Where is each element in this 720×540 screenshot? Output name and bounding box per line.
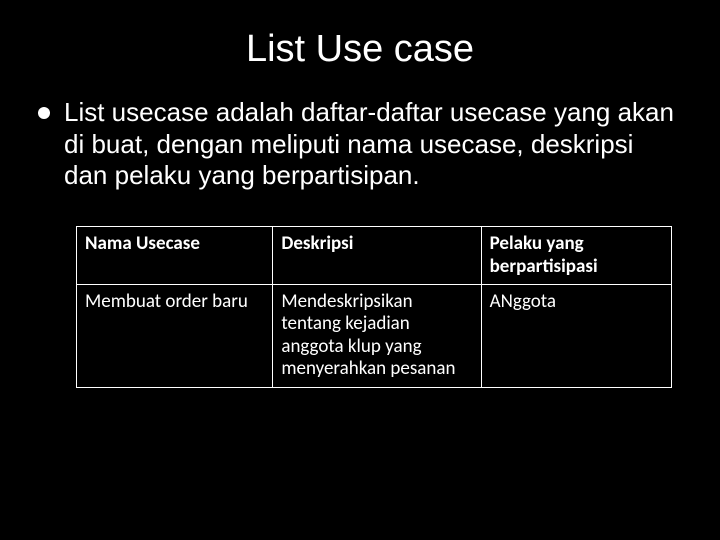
bullet-row: List usecase adalah daftar-daftar usecas…: [38, 97, 682, 192]
table-row: Membuat order baru Mendeskripsikan tenta…: [77, 284, 672, 387]
bullet-icon: [38, 107, 50, 119]
table-header-row: Nama Usecase Deskripsi Pelaku yang berpa…: [77, 227, 672, 285]
table-container: Nama Usecase Deskripsi Pelaku yang berpa…: [38, 226, 682, 387]
slide: List Use case List usecase adalah daftar…: [0, 0, 720, 540]
slide-title: List Use case: [38, 28, 682, 71]
body-text: List usecase adalah daftar-daftar usecas…: [64, 97, 682, 192]
header-deskripsi: Deskripsi: [273, 227, 481, 285]
cell-deskripsi: Mendeskripsikan tentang kejadian anggota…: [273, 284, 481, 387]
cell-pelaku: ANggota: [481, 284, 671, 387]
header-nama: Nama Usecase: [77, 227, 273, 285]
usecase-table: Nama Usecase Deskripsi Pelaku yang berpa…: [76, 226, 672, 387]
header-pelaku: Pelaku yang berpartisipasi: [481, 227, 671, 285]
cell-nama: Membuat order baru: [77, 284, 273, 387]
